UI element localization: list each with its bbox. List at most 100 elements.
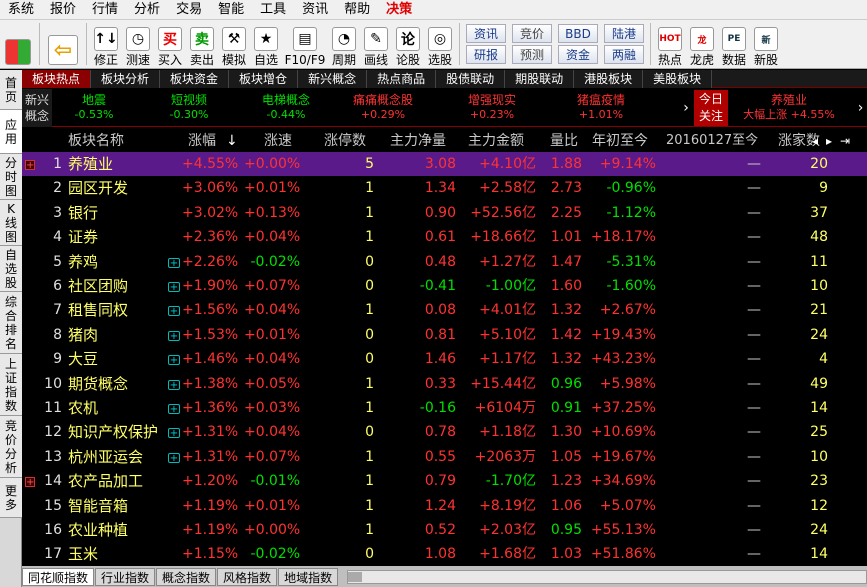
- table-header-ytd[interactable]: 年初至今: [592, 130, 648, 152]
- horizontal-scrollbar[interactable]: [347, 569, 867, 584]
- table-row[interactable]: 12 知识产权保护 +1.31% +0.04% 0 0.78 +1.18亿 1.30 +10.6…: [22, 420, 867, 444]
- expand-icon[interactable]: +: [25, 477, 35, 488]
- 自选-button[interactable]: ★ 自选: [250, 20, 282, 69]
- table-row[interactable]: 4 证券 +2.36% +0.04% 1 0.61 +18.66亿 1.01 +18.17% — 4…: [22, 225, 867, 249]
- table-header-change[interactable]: 涨幅: [188, 130, 216, 152]
- sector-tab[interactable]: 美股板块: [643, 70, 713, 88]
- expand-icon[interactable]: +: [25, 160, 35, 171]
- menu-item[interactable]: 资讯: [294, 0, 336, 20]
- column-end-icon[interactable]: ⇥: [840, 132, 850, 150]
- toolbar-small-button[interactable]: 资金: [558, 45, 598, 64]
- add-icon[interactable]: +: [168, 428, 180, 439]
- table-row[interactable]: 6 社区团购 +1.90% +0.07% 0 -0.41 -1.00亿 1.60 -1.60% —…: [22, 274, 867, 298]
- table-row[interactable]: 13 杭州亚运会 +1.31% +0.07% 1 0.55 +2063万 1.05 +19.67…: [22, 445, 867, 469]
- add-icon[interactable]: +: [168, 355, 180, 366]
- add-icon[interactable]: +: [168, 330, 180, 341]
- table-row[interactable]: 15 智能音箱 +1.19% +0.01% 1 1.24 +8.19亿 1.06 +5.07% —…: [22, 494, 867, 518]
- sector-tab[interactable]: 板块增仓: [229, 70, 299, 88]
- 测速-button[interactable]: ◷ 测速: [122, 20, 154, 69]
- left-nav-8[interactable]: 更多: [0, 478, 22, 518]
- bottom-tab[interactable]: 地域指数: [278, 567, 339, 586]
- table-header-since-date[interactable]: 20160127至今: [666, 130, 758, 152]
- sector-tab[interactable]: 板块资金: [160, 70, 230, 88]
- menu-item[interactable]: 帮助: [336, 0, 378, 20]
- menu-item[interactable]: 决策: [378, 0, 420, 20]
- left-nav-4[interactable]: 自选股: [0, 246, 22, 292]
- add-icon[interactable]: +: [168, 306, 180, 317]
- table-row[interactable]: 5 养鸡 +2.26% -0.02% 0 0.48 +1.27亿 1.47 -5.31% — 11 +: [22, 250, 867, 274]
- table-header-speed[interactable]: 涨速: [264, 130, 292, 152]
- sector-tab[interactable]: 股债联动: [436, 70, 506, 88]
- table-row[interactable]: +1 养殖业 +4.55% +0.00% 5 3.08 +4.10亿 1.88 +9.14% — 2…: [22, 152, 867, 177]
- sector-tab[interactable]: 新兴概念: [298, 70, 368, 88]
- ticker-item[interactable]: 猪瘟疫情 +1.01%: [551, 92, 651, 122]
- add-icon[interactable]: +: [168, 452, 180, 463]
- toolbar-small-button[interactable]: 预测: [512, 45, 552, 64]
- dragon-tiger-button[interactable]: 龙龙虎: [686, 20, 718, 69]
- 画线-button[interactable]: ✎ 画线: [360, 20, 392, 69]
- left-nav-3[interactable]: K线图: [0, 200, 22, 246]
- menu-item[interactable]: 分析: [126, 0, 168, 20]
- bottom-tab[interactable]: 同花顺指数: [22, 567, 95, 586]
- ticker-item[interactable]: 增强现实 +0.23%: [442, 92, 542, 122]
- table-row[interactable]: 2 园区开发 +3.06% +0.01% 1 1.34 +2.58亿 2.73 -0.96% — 9: [22, 176, 867, 200]
- sector-tab[interactable]: 板块分析: [91, 70, 161, 88]
- table-row[interactable]: +14 农产品加工 +1.20% -0.01% 1 0.79 -1.70亿 1.23 +34.6…: [22, 469, 867, 493]
- table-header-net-amount[interactable]: 主力金额: [468, 130, 524, 152]
- add-icon[interactable]: +: [168, 257, 180, 268]
- toolbar-small-button[interactable]: 研报: [466, 45, 506, 64]
- table-row[interactable]: 10 期货概念 +1.38% +0.05% 1 0.33 +15.44亿 0.96 +5.98%…: [22, 372, 867, 396]
- menu-item[interactable]: 行情: [84, 0, 126, 20]
- toolbar-small-button[interactable]: 陆港: [604, 24, 644, 43]
- column-next-icon[interactable]: ▸: [826, 132, 832, 150]
- menu-item[interactable]: 工具: [252, 0, 294, 20]
- today-focus-item[interactable]: 养殖业 大幅上涨 +4.55%: [734, 92, 844, 122]
- left-nav-6[interactable]: 上证指数: [0, 354, 22, 416]
- menu-item[interactable]: 交易: [168, 0, 210, 20]
- 模拟-button[interactable]: ⚒ 模拟: [218, 20, 250, 69]
- sector-tab[interactable]: 期股联动: [505, 70, 575, 88]
- toolbar-small-button[interactable]: 资讯: [466, 24, 506, 43]
- table-header-net-volume[interactable]: 主力净量: [390, 130, 446, 152]
- F10/F9-button[interactable]: ▤ F10/F9: [282, 20, 328, 69]
- ticker-item[interactable]: 地震 -0.53%: [44, 92, 144, 122]
- column-prev-icon[interactable]: ◂: [812, 132, 818, 150]
- bottom-tab[interactable]: 概念指数: [156, 567, 217, 586]
- menu-item[interactable]: 报价: [42, 0, 84, 20]
- ticker-next-icon[interactable]: ›: [679, 89, 693, 127]
- grid-layout-button[interactable]: [0, 20, 36, 69]
- table-row[interactable]: 11 农机 +1.36% +0.03% 1 -0.16 +6104万 0.91 +37.25% —…: [22, 396, 867, 420]
- left-nav-7[interactable]: 竞价分析: [0, 416, 22, 478]
- table-row[interactable]: 3 银行 +3.02% +0.13% 1 0.90 +52.56亿 2.25 -1.12% — 37: [22, 201, 867, 225]
- table-header-limit-up[interactable]: 涨停数: [324, 130, 366, 152]
- sector-tab[interactable]: 港股板块: [574, 70, 644, 88]
- table-row[interactable]: 9 大豆 +1.46% +0.04% 0 1.46 +1.17亿 1.32 +43.23% — 4 +: [22, 347, 867, 371]
- sector-tab[interactable]: 板块热点: [22, 70, 92, 88]
- data-button[interactable]: PE 数据: [718, 20, 750, 69]
- 卖出-button[interactable]: 卖卖出: [186, 20, 218, 69]
- ticker-item[interactable]: 痛痛概念股 +0.29%: [333, 92, 433, 122]
- table-row[interactable]: 8 猪肉 +1.53% +0.01% 0 0.81 +5.10亿 1.42 +19.43% — 24…: [22, 323, 867, 347]
- table-header-volume-ratio[interactable]: 量比: [550, 130, 578, 152]
- bottom-tab[interactable]: 风格指数: [217, 567, 278, 586]
- 论股-button[interactable]: 论论股: [392, 20, 424, 69]
- table-row[interactable]: 17 玉米 +1.15% -0.02% 0 1.08 +1.68亿 1.03 +51.86% — 1…: [22, 542, 867, 566]
- add-icon[interactable]: +: [168, 404, 180, 415]
- toolbar-small-button[interactable]: BBD: [558, 24, 598, 43]
- add-icon[interactable]: +: [168, 282, 180, 293]
- 买入-button[interactable]: 买买入: [154, 20, 186, 69]
- toolbar-small-button[interactable]: 竞价: [512, 24, 552, 43]
- focus-next-icon[interactable]: ›: [854, 89, 867, 127]
- scrollbar-thumb[interactable]: [348, 571, 363, 582]
- 周期-button[interactable]: ◔ 周期: [328, 20, 360, 69]
- ticker-item[interactable]: 短视频 -0.30%: [139, 92, 239, 122]
- back-button[interactable]: ⇦: [43, 20, 83, 69]
- table-row[interactable]: 7 租售同权 +1.56% +0.04% 1 0.08 +4.01亿 1.32 +2.67% — 2…: [22, 298, 867, 322]
- ticker-item[interactable]: 电梯概念 -0.44%: [236, 92, 336, 122]
- add-icon[interactable]: +: [168, 379, 180, 390]
- left-nav-1[interactable]: 应用: [0, 110, 22, 154]
- menu-item[interactable]: 系统: [0, 0, 42, 20]
- 修正-button[interactable]: ↑↓ 修正: [90, 20, 122, 69]
- table-header-name[interactable]: 板块名称: [68, 130, 124, 152]
- bottom-tab[interactable]: 行业指数: [95, 567, 156, 586]
